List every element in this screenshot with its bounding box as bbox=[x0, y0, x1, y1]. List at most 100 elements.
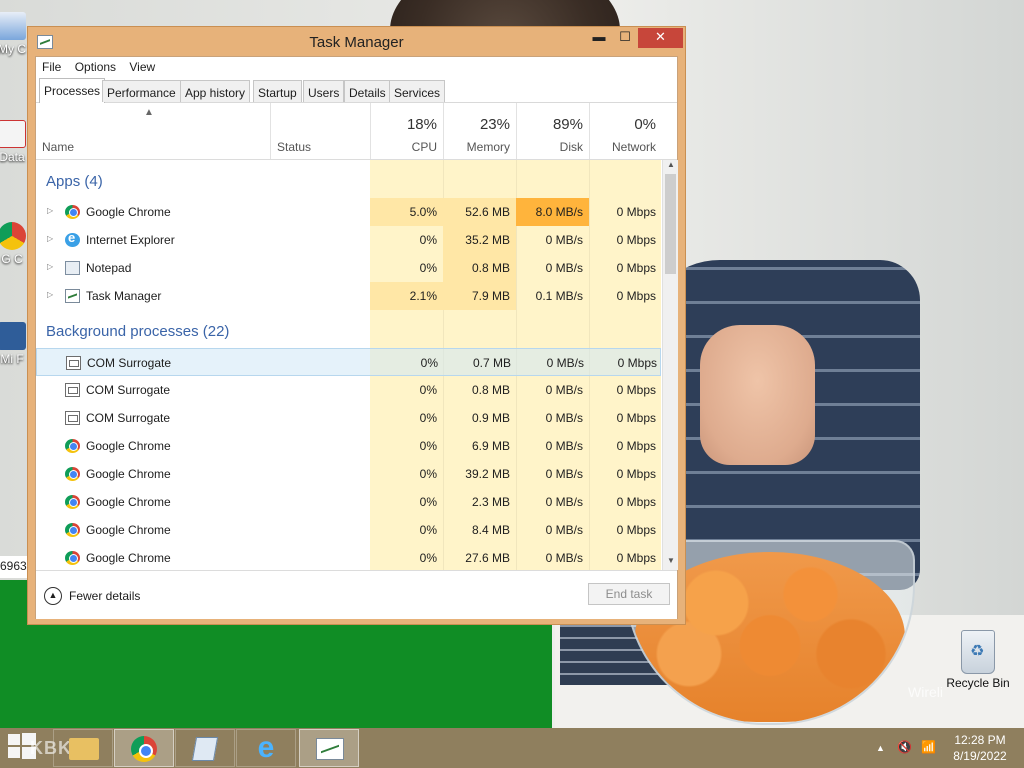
memory-cell: 8.4 MB bbox=[443, 516, 516, 544]
process-row[interactable]: Google Chrome 0% 6.9 MB 0 MB/s 0 Mbps bbox=[36, 432, 661, 460]
process-row[interactable]: ▷ Internet Explorer 0% 35.2 MB 0 MB/s 0 Mbps bbox=[36, 226, 661, 254]
cpu-value: 0% bbox=[419, 233, 437, 247]
column-disk[interactable]: 89% Disk bbox=[516, 103, 589, 159]
scroll-down-icon[interactable]: ▼ bbox=[663, 556, 679, 570]
column-cpu[interactable]: 18% CPU bbox=[370, 103, 443, 159]
process-row[interactable]: Google Chrome 0% 2.3 MB 0 MB/s 0 Mbps bbox=[36, 488, 661, 516]
memory-value: 39.2 MB bbox=[465, 467, 510, 481]
taskbar-notepad[interactable] bbox=[175, 729, 235, 767]
column-network[interactable]: 0% Network bbox=[589, 103, 662, 159]
fewer-details-link[interactable]: Fewer details bbox=[69, 589, 140, 603]
network-cell: 0 Mbps bbox=[589, 516, 661, 544]
cpu-cell: 0% bbox=[370, 516, 443, 544]
process-row[interactable]: ▷ Task Manager 2.1% 7.9 MB 0.1 MB/s 0 Mbps bbox=[36, 282, 661, 310]
expand-arrow-icon[interactable]: ▷ bbox=[47, 206, 53, 215]
tray-chevron-icon[interactable]: ▲ bbox=[876, 743, 885, 753]
taskbar-internet-explorer[interactable]: e bbox=[236, 729, 296, 767]
disk-value: 0.1 MB/s bbox=[535, 289, 583, 303]
tab-startup[interactable]: Startup bbox=[253, 80, 302, 102]
maximize-button[interactable]: ☐ bbox=[612, 28, 638, 48]
tab-details[interactable]: Details bbox=[344, 80, 391, 102]
process-row[interactable]: ▷ Google Chrome 5.0% 52.6 MB 8.0 MB/s 0 Mbps bbox=[36, 198, 661, 226]
process-name: Google Chrome bbox=[86, 205, 171, 219]
network-cell: 0 Mbps bbox=[589, 404, 661, 432]
process-row[interactable]: COM Surrogate 0% 0.9 MB 0 MB/s 0 Mbps bbox=[36, 404, 661, 432]
clock-time: 12:28 PM bbox=[954, 733, 1006, 747]
process-row[interactable]: Google Chrome 0% 27.6 MB 0 MB/s 0 Mbps bbox=[36, 544, 661, 570]
network-cell: 0 Mbps bbox=[589, 432, 661, 460]
tab-processes[interactable]: Processes bbox=[39, 78, 106, 103]
menu-options[interactable]: Options bbox=[75, 60, 116, 74]
taskbar: KBK e ▲ 🔇 📶 12:28 PM 8/19/2022 bbox=[0, 728, 1024, 768]
menu-view[interactable]: View bbox=[129, 60, 155, 74]
disk-value: 0 MB/s bbox=[545, 523, 583, 537]
menu-file[interactable]: File bbox=[42, 60, 61, 74]
expand-arrow-icon[interactable]: ▷ bbox=[47, 290, 53, 299]
process-row[interactable]: COM Surrogate 0% 0.7 MB 0 MB/s 0 Mbps bbox=[36, 348, 661, 376]
network-cell: 0 Mbps bbox=[589, 282, 661, 310]
vertical-scrollbar[interactable]: ▲ ▼ bbox=[662, 160, 678, 570]
chevron-up-icon[interactable]: ▲ bbox=[44, 587, 62, 605]
end-task-button[interactable]: End task bbox=[588, 583, 670, 605]
cpu-cell: 2.1% bbox=[370, 282, 443, 310]
process-row[interactable]: Google Chrome 0% 39.2 MB 0 MB/s 0 Mbps bbox=[36, 460, 661, 488]
process-row[interactable]: COM Surrogate 0% 0.8 MB 0 MB/s 0 Mbps bbox=[36, 376, 661, 404]
disk-value: 0 MB/s bbox=[546, 356, 584, 370]
expand-arrow-icon[interactable]: ▷ bbox=[47, 262, 53, 271]
scroll-up-icon[interactable]: ▲ bbox=[663, 160, 679, 174]
close-button[interactable]: ✕ bbox=[638, 28, 683, 48]
column-memory[interactable]: 23% Memory bbox=[443, 103, 516, 159]
desktop-icon-recycle-bin[interactable]: Recycle Bin bbox=[940, 630, 1016, 690]
system-clock[interactable]: 12:28 PM 8/19/2022 bbox=[950, 732, 1010, 764]
memory-cell: 2.3 MB bbox=[443, 488, 516, 516]
memory-cell: 0.8 MB bbox=[443, 254, 516, 282]
column-name[interactable]: Name bbox=[36, 103, 270, 159]
process-row[interactable]: ▷ Notepad 0% 0.8 MB 0 MB/s 0 Mbps bbox=[36, 254, 661, 282]
disk-cell: 8.0 MB/s bbox=[516, 198, 589, 226]
process-name: Task Manager bbox=[86, 289, 162, 303]
taskbar-google-chrome[interactable] bbox=[114, 729, 174, 767]
com-surrogate-icon bbox=[66, 356, 81, 370]
disk-value: 0 MB/s bbox=[545, 233, 583, 247]
network-value: 0 Mbps bbox=[616, 411, 656, 425]
section-background: Background processes (22) bbox=[46, 323, 230, 340]
scroll-thumb[interactable] bbox=[665, 174, 676, 274]
cpu-cell: 0% bbox=[370, 488, 443, 516]
process-row[interactable]: Google Chrome 0% 8.4 MB 0 MB/s 0 Mbps bbox=[36, 516, 661, 544]
disk-cell: 0 MB/s bbox=[516, 376, 589, 404]
expand-arrow-icon[interactable]: ▷ bbox=[47, 234, 53, 243]
taskbar-task-manager[interactable] bbox=[299, 729, 359, 767]
minimize-button[interactable]: ▬ bbox=[586, 28, 612, 48]
folder-icon bbox=[0, 322, 26, 350]
cpu-cell: 0% bbox=[371, 349, 444, 377]
column-status[interactable]: Status bbox=[270, 103, 370, 159]
volume-muted-icon[interactable]: 🔇 bbox=[897, 740, 912, 754]
ie-icon: e bbox=[257, 731, 275, 764]
network-cell: 0 Mbps bbox=[589, 254, 661, 282]
disk-cell: 0 MB/s bbox=[516, 404, 589, 432]
disk-value: 0 MB/s bbox=[545, 383, 583, 397]
cpu-value: 0% bbox=[419, 261, 437, 275]
tab-performance[interactable]: Performance bbox=[102, 80, 181, 102]
ie-icon bbox=[65, 230, 80, 247]
disk-value: 0 MB/s bbox=[545, 411, 583, 425]
disk-cell: 0 MB/s bbox=[516, 460, 589, 488]
tab-services[interactable]: Services bbox=[389, 80, 446, 102]
disk-value: 0 MB/s bbox=[545, 551, 583, 565]
taskbar-file-explorer[interactable] bbox=[53, 729, 113, 767]
network-icon[interactable]: 📶 bbox=[921, 740, 936, 754]
process-name: Notepad bbox=[86, 261, 132, 275]
cpu-cell: 0% bbox=[370, 404, 443, 432]
memory-cell: 39.2 MB bbox=[443, 460, 516, 488]
network-cell: 0 Mbps bbox=[589, 488, 661, 516]
tab-users[interactable]: Users bbox=[303, 80, 345, 102]
cpu-cell: 0% bbox=[370, 254, 443, 282]
footer: ▲ Fewer details End task bbox=[36, 570, 677, 619]
title-bar[interactable]: Task Manager ▬ ☐ ✕ bbox=[28, 27, 685, 56]
cpu-value: 0% bbox=[419, 439, 437, 453]
chrome-icon bbox=[65, 467, 80, 481]
chrome-icon bbox=[131, 736, 157, 762]
disk-value: 0 MB/s bbox=[545, 261, 583, 275]
tab-app-history[interactable]: App history bbox=[180, 80, 251, 102]
network-cell: 0 Mbps bbox=[589, 226, 661, 254]
